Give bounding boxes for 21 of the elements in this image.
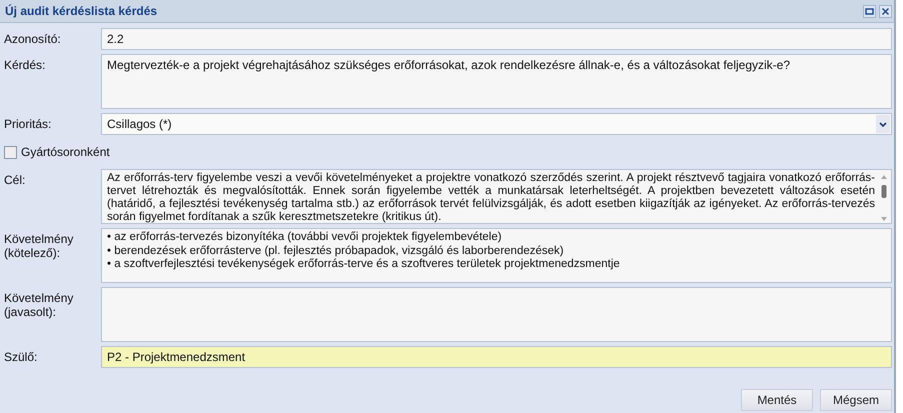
text-area[interactable]: • az erőforrás-tervezés bizonyítéka (további vevői projektek figyelembevétele) • berendezések erőforrásterve (pl. fejlesztés próbapadok, vizsgáló és laborberendezések) • a szoftverfejlesztési tevékenységek erőforrás-terve és a szoftveres területek projektmenedzsmentje xyxy=(101,228,892,283)
field-label: Követelmény (javasolt): xyxy=(4,290,74,319)
checkbox-label: Gyártósoronként xyxy=(21,145,110,159)
maximize-icon[interactable] xyxy=(863,4,876,18)
field-label: Kérdés: xyxy=(4,57,46,72)
text-area[interactable]: Az erőforrás-terv figyelembe veszi a vevői követelményeket a projektre vonatkozó szerződés szerint. A projekt résztvevő tagjaira vonatkozó erőforrás-tervet létrehozták és megvalósították. Ennek során figyelembe vették a munkatársak leterheltségét. A projektben bevezetett változások esetén (határidő, a fejlesztési tevékenység tartalma stb.) az erőforrások tervét felülvizsgálják, és adott esetben kiigazítják az igényeket. Az erőforrás-tervezés során figyelmet fordítanak a szűk keresztmetszetekre (kritikus út). xyxy=(101,169,892,224)
field-label: Prioritás: xyxy=(4,116,52,131)
field-label: Követelmény (kötelező): xyxy=(4,231,74,260)
save-button[interactable]: Mentés xyxy=(741,389,813,411)
field-label: Szülő: xyxy=(4,349,38,364)
field-label: Azonosító: xyxy=(4,31,62,46)
close-icon[interactable] xyxy=(879,4,892,18)
checkbox[interactable] xyxy=(4,146,17,158)
cancel-button[interactable]: Mégsem xyxy=(820,389,892,411)
input-field: P2 - Projektmenedzsment xyxy=(101,346,892,368)
dropdown[interactable]: Csillagos (*) xyxy=(101,113,892,135)
field-label: Cél: xyxy=(4,172,26,187)
input-field[interactable]: 2.2 xyxy=(101,28,892,50)
window-title: Új audit kérdéslista kérdés xyxy=(5,4,158,18)
caret-icon xyxy=(876,115,890,133)
text-area[interactable]: Megtervezték-e a projekt végrehajtásához szükséges erőforrásokat, azok rendelkezésre állnak-e, és a változásokat feljegyzik-e? xyxy=(101,54,892,109)
